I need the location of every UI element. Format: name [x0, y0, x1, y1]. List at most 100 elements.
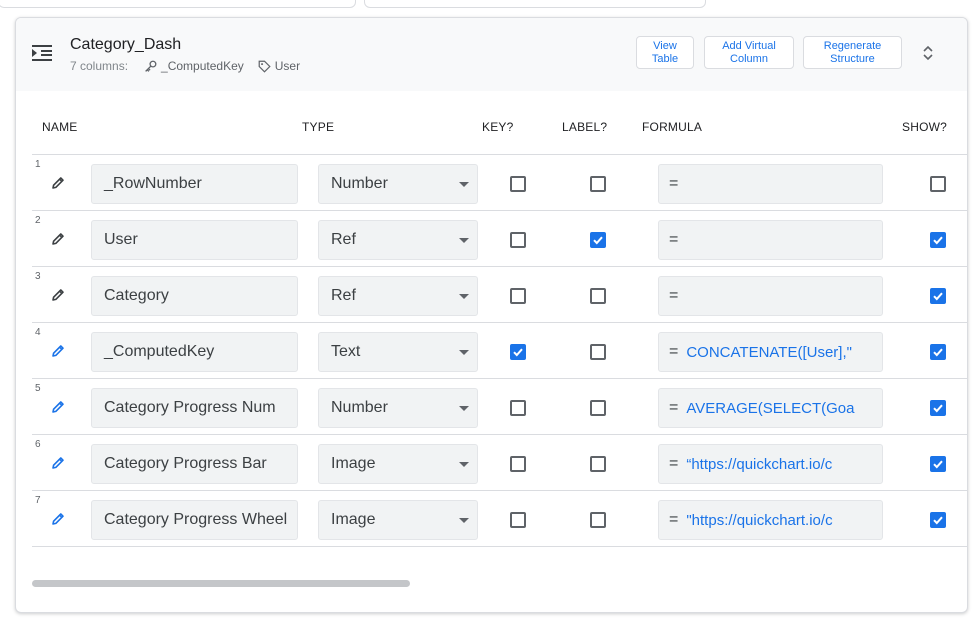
regenerate-structure-label: Regenerate Structure: [823, 39, 882, 65]
row-number: 1: [35, 159, 41, 170]
key-checkbox[interactable]: [510, 288, 526, 304]
label-checkbox[interactable]: [590, 400, 606, 416]
formula-input[interactable]: =: [658, 164, 883, 204]
previous-card-edge-right: [364, 0, 706, 8]
key-checkbox[interactable]: [510, 232, 526, 248]
table-row: 4 _ComputedKey Text = CONCATENATE([User],": [32, 323, 967, 379]
expand-collapse-icon[interactable]: [921, 45, 935, 61]
formula-input[interactable]: = AVERAGE(SELECT(Goa: [658, 388, 883, 428]
column-name-input[interactable]: Category: [91, 276, 298, 316]
horizontal-scrollbar[interactable]: [32, 580, 410, 587]
show-checkbox[interactable]: [930, 344, 946, 360]
pencil-icon[interactable]: [51, 176, 65, 190]
dropdown-arrow-icon: [459, 294, 469, 299]
column-name-input[interactable]: User: [91, 220, 298, 260]
dropdown-arrow-icon: [459, 518, 469, 523]
table-row: 5 Category Progress Num Number = AVERAGE(SEL…: [32, 379, 967, 435]
key-checkbox[interactable]: [510, 344, 526, 360]
formula-equals: =: [669, 231, 679, 248]
dropdown-arrow-icon: [459, 406, 469, 411]
table-header: Category_Dash 7 columns: _ComputedKey Us…: [16, 18, 967, 91]
column-name-input[interactable]: _RowNumber: [91, 164, 298, 204]
pencil-icon[interactable]: [51, 456, 65, 470]
column-name-value: Category Progress Bar: [104, 455, 267, 472]
show-checkbox[interactable]: [930, 512, 946, 528]
row-number: 6: [35, 439, 41, 450]
show-checkbox[interactable]: [930, 456, 946, 472]
tag-icon: [258, 60, 271, 73]
column-type-select[interactable]: Ref: [318, 276, 478, 316]
column-type-value: Number: [331, 399, 388, 416]
pencil-icon[interactable]: [51, 512, 65, 526]
pencil-icon[interactable]: [51, 232, 65, 246]
column-type-select[interactable]: Ref: [318, 220, 478, 260]
pencil-icon[interactable]: [51, 288, 65, 302]
formula-equals: =: [669, 455, 679, 472]
label-checkbox[interactable]: [590, 232, 606, 248]
label-checkbox[interactable]: [590, 176, 606, 192]
formula-equals: =: [669, 399, 679, 416]
column-type-select[interactable]: Number: [318, 388, 478, 428]
formula-input[interactable]: = "https://quickchart.io/c: [658, 500, 883, 540]
key-checkbox[interactable]: [510, 512, 526, 528]
formula-text: AVERAGE(SELECT(Goa: [686, 399, 855, 417]
formula-equals: =: [669, 511, 679, 528]
label-checkbox[interactable]: [590, 288, 606, 304]
header-key: KEY?: [482, 120, 514, 134]
table-menu-icon[interactable]: [32, 45, 52, 61]
column-type-select[interactable]: Number: [318, 164, 478, 204]
regenerate-structure-button[interactable]: Regenerate Structure: [803, 36, 902, 69]
formula-input[interactable]: =: [658, 276, 883, 316]
formula-input[interactable]: =: [658, 220, 883, 260]
row-number: 4: [35, 327, 41, 338]
key-checkbox[interactable]: [510, 176, 526, 192]
column-type-value: Ref: [331, 231, 356, 248]
table-card: Category_Dash 7 columns: _ComputedKey Us…: [15, 17, 968, 613]
row-number: 7: [35, 495, 41, 506]
table-subtitle: 7 columns: _ComputedKey User: [70, 59, 314, 73]
show-checkbox[interactable]: [930, 232, 946, 248]
formula-input[interactable]: = CONCATENATE([User],": [658, 332, 883, 372]
column-name-input[interactable]: _ComputedKey: [91, 332, 298, 372]
column-name-input[interactable]: Category Progress Bar: [91, 444, 298, 484]
header-label: LABEL?: [562, 120, 608, 134]
view-table-label: View Table: [651, 39, 679, 65]
header-formula: FORMULA: [642, 120, 703, 134]
table-row: 1 _RowNumber Number =: [32, 155, 967, 211]
formula-input[interactable]: = “https://quickchart.io/c: [658, 444, 883, 484]
column-type-select[interactable]: Text: [318, 332, 478, 372]
key-checkbox[interactable]: [510, 456, 526, 472]
view-table-button[interactable]: View Table: [636, 36, 694, 69]
key-checkbox[interactable]: [510, 400, 526, 416]
label-checkbox[interactable]: [590, 512, 606, 528]
column-name-value: User: [104, 231, 138, 248]
column-name-input[interactable]: Category Progress Wheel: [91, 500, 298, 540]
formula-text: "https://quickchart.io/c: [686, 511, 833, 529]
show-checkbox[interactable]: [930, 400, 946, 416]
column-name-input[interactable]: Category Progress Num: [91, 388, 298, 428]
column-name-value: Category: [104, 287, 169, 304]
header-type: TYPE: [302, 120, 335, 134]
table-row: 2 User Ref =: [32, 211, 967, 267]
header-show: SHOW?: [902, 120, 948, 134]
label-checkbox[interactable]: [590, 344, 606, 360]
pencil-icon[interactable]: [51, 400, 65, 414]
label-chip-label: User: [274, 59, 301, 73]
show-checkbox[interactable]: [930, 288, 946, 304]
header-name: NAME: [42, 120, 78, 134]
dropdown-arrow-icon: [459, 350, 469, 355]
show-checkbox[interactable]: [930, 176, 946, 192]
column-type-value: Number: [331, 175, 388, 192]
dropdown-arrow-icon: [459, 238, 469, 243]
label-checkbox[interactable]: [590, 456, 606, 472]
table-title: Category_Dash: [70, 36, 182, 53]
add-virtual-column-button[interactable]: Add Virtual Column: [704, 36, 794, 69]
pencil-icon[interactable]: [51, 344, 65, 358]
column-type-select[interactable]: Image: [318, 500, 478, 540]
column-type-value: Text: [331, 343, 361, 360]
column-name-value: _RowNumber: [104, 175, 202, 192]
formula-text: CONCATENATE([User],": [686, 343, 852, 361]
formula-equals: =: [669, 287, 679, 304]
column-type-value: Image: [331, 511, 376, 528]
column-type-select[interactable]: Image: [318, 444, 478, 484]
